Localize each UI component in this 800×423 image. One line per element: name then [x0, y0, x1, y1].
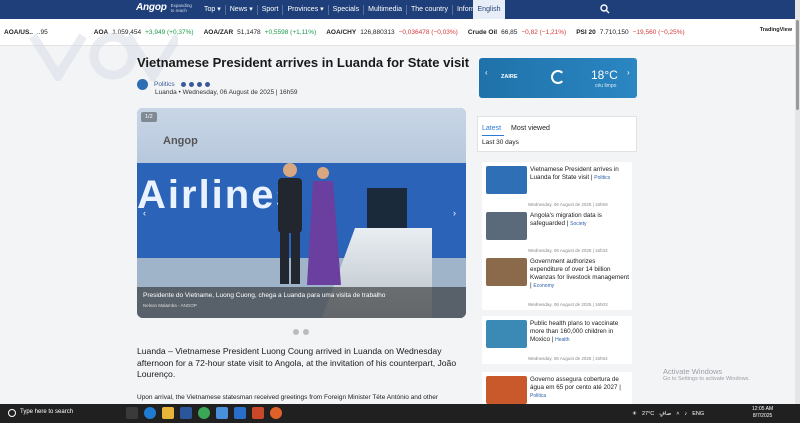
gallery-dot[interactable] — [293, 329, 299, 335]
photo-gallery[interactable]: Airlines 1/2 Angop ‹ › Presidente do Vie… — [137, 108, 466, 318]
app-icon[interactable] — [234, 407, 246, 419]
ticker-item[interactable]: AOA/CHY 126,880313 −0,036478 (−0,03%) — [326, 29, 458, 36]
photo-person-president — [278, 163, 302, 284]
news-date: Wednesday, 06 August de 2025 | 16h59 — [528, 202, 608, 207]
news-category[interactable]: Society — [570, 221, 586, 227]
ticker-item[interactable]: AOA/ZAR 51,1478 +0,5598 (+1,11%) — [204, 29, 317, 36]
tab-underline — [482, 135, 504, 136]
news-category[interactable]: Politica — [530, 393, 546, 399]
menu-item-multimedia[interactable]: Multimedia — [364, 4, 407, 15]
news-date: Wednesday, 06 August de 2025 | 16h32 — [528, 248, 608, 253]
news-item[interactable]: Public health plans to vaccinate more th… — [482, 316, 632, 364]
system-tray: ☀ 27°C صافٍ ˄ ♪ ENG — [632, 404, 704, 423]
windows-taskbar: Type here to search ☀ 27°C صافٍ ˄ ♪ ENG … — [0, 404, 800, 423]
search-icon — [8, 409, 16, 417]
weather-temperature: 18°C — [591, 68, 618, 82]
logo-tagline: Expanding to reach — [170, 2, 192, 13]
news-date: Wednesday, 06 August de 2025 | 15h54 — [528, 356, 608, 361]
firefox-icon[interactable] — [270, 407, 282, 419]
weather-widget: ‹ ZAIRE 18°C céu limpo › — [479, 58, 637, 98]
news-thumbnail — [486, 258, 527, 286]
news-item[interactable]: Governo assegura cobertura de água em 65… — [482, 372, 632, 404]
task-view-icon[interactable] — [126, 407, 138, 419]
photo-watermark: Angop — [163, 135, 198, 147]
scrollbar-thumb[interactable] — [796, 20, 799, 110]
taskbar-clock[interactable]: 12:05 AM 8/7/2025 — [752, 406, 773, 420]
menu-item-the-country[interactable]: The country — [407, 4, 453, 15]
photo-person-first-lady — [307, 167, 341, 285]
menu-item-sport[interactable]: Sport — [258, 4, 284, 15]
news-category[interactable]: Economy — [533, 283, 554, 289]
weather-sun-icon — [551, 70, 565, 84]
gallery-dots — [293, 329, 309, 335]
article-body: Upon arrival, the Vietnamese statesman r… — [137, 394, 439, 401]
menu-item-specials[interactable]: Specials — [329, 4, 365, 15]
chevron-left-icon[interactable]: ‹ — [143, 208, 146, 218]
article-dateline: Luanda • Wednesday, 06 August de 2025 | … — [155, 89, 298, 96]
menu-item-top[interactable]: Top ▾ — [200, 4, 226, 15]
news-item[interactable]: Vietnamese President arrives in Luanda f… — [482, 162, 632, 210]
news-category[interactable]: Politics — [594, 175, 610, 181]
edge-icon[interactable] — [144, 407, 156, 419]
news-thumbnail — [486, 376, 527, 404]
weather-condition: céu limpo — [595, 83, 617, 89]
taskbar-search-placeholder: Type here to search — [20, 409, 74, 415]
tradingview-logo[interactable]: TradingView — [755, 27, 792, 33]
news-date: Wednesday, 06 August de 2025 | 16h03 — [528, 302, 608, 307]
browser-page: Angop Expanding to reach Top ▾ News ▾ Sp… — [0, 0, 800, 423]
tray-language[interactable]: ENG — [692, 411, 704, 417]
gallery-dot[interactable] — [303, 329, 309, 335]
explorer-icon[interactable] — [162, 407, 174, 419]
chevron-right-icon[interactable]: › — [453, 208, 456, 218]
taskbar-apps — [126, 407, 282, 419]
agency-avatar — [137, 79, 148, 90]
mail-icon[interactable] — [216, 407, 228, 419]
facebook-icon[interactable] — [180, 82, 186, 87]
ticker-item[interactable]: PSI 20 7.710,150 −19,560 (−0,25%) — [576, 29, 684, 36]
period-label: Last 30 days — [482, 139, 519, 146]
tab-most-viewed[interactable]: Most viewed — [511, 125, 550, 132]
tab-latest[interactable]: Latest — [482, 125, 501, 132]
photo-counter: 1/2 — [141, 112, 157, 122]
menu-item-news[interactable]: News ▾ — [226, 4, 258, 15]
article-title: Vietnamese President arrives in Luanda f… — [137, 55, 470, 70]
weather-prev-button[interactable]: ‹ — [485, 68, 488, 77]
weather-tray-icon[interactable]: ☀ — [632, 411, 637, 417]
weather-city: ZAIRE — [501, 74, 518, 80]
chevron-up-icon[interactable]: ˄ — [676, 411, 679, 417]
category-link[interactable]: Politics — [154, 81, 175, 88]
share-icons — [180, 82, 210, 87]
taskbar-search-box[interactable]: Type here to search — [0, 404, 125, 423]
search-icon[interactable] — [600, 4, 610, 14]
photo-caption: Presidente do Vietname, Luong Cuong, che… — [137, 287, 466, 318]
tray-weather-label: صافٍ — [659, 410, 672, 417]
news-thumbnail — [486, 320, 527, 348]
chrome-icon[interactable] — [198, 407, 210, 419]
volume-icon[interactable]: ♪ — [685, 411, 688, 417]
site-logo[interactable]: Angop Expanding to reach — [136, 2, 195, 13]
news-item[interactable]: Angola's migration data is safeguarded |… — [482, 208, 632, 256]
word-icon[interactable] — [180, 407, 192, 419]
ticker-item[interactable]: Crude Oil 66,85 −0,82 (−1,21%) — [468, 29, 566, 36]
news-thumbnail — [486, 212, 527, 240]
main-menu: Top ▾ News ▾ Sport Provinces ▾ Specials … — [200, 0, 496, 19]
weather-next-button[interactable]: › — [627, 68, 630, 77]
menu-item-provinces[interactable]: Provinces ▾ — [283, 4, 329, 15]
news-thumbnail — [486, 166, 527, 194]
powerpoint-icon[interactable] — [252, 407, 264, 419]
whatsapp-icon[interactable] — [196, 82, 202, 87]
news-category[interactable]: Health — [555, 337, 569, 343]
news-item[interactable]: Government authorizes expenditure of ove… — [482, 254, 632, 310]
language-button[interactable]: English — [473, 0, 505, 19]
x-icon[interactable] — [188, 82, 194, 87]
activate-windows-watermark: Activate Windows Go to Settings to activ… — [663, 367, 750, 382]
tray-temperature[interactable]: 27°C — [642, 411, 654, 417]
article-lead: Luanda – Vietnamese President Luong Coun… — [137, 346, 457, 379]
instagram-icon[interactable] — [204, 82, 210, 87]
page-scrollbar[interactable] — [795, 0, 800, 404]
top-navigation: Angop Expanding to reach Top ▾ News ▾ Sp… — [0, 0, 800, 19]
logo-text: Angop — [136, 2, 167, 13]
sidebar-tabs: Latest Most viewed Last 30 days — [477, 116, 637, 152]
watermark-logo — [29, 32, 178, 81]
